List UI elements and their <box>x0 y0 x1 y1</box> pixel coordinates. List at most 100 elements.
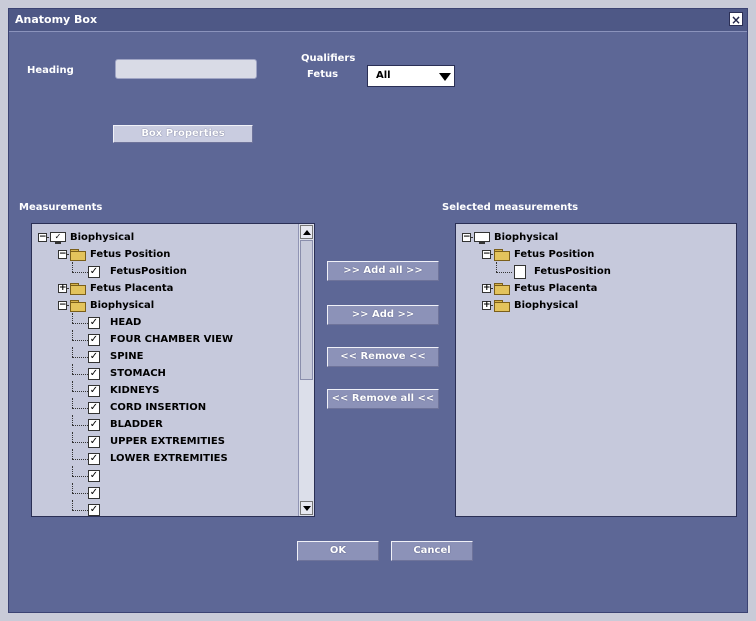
tree-connector <box>72 510 88 511</box>
tree-connector <box>72 340 88 341</box>
checkbox[interactable]: ✓ <box>88 334 100 346</box>
tree-connector <box>72 262 73 272</box>
tree-connector <box>496 272 512 273</box>
tree-item-label: STOMACH <box>110 368 166 379</box>
selected-measurements-tree[interactable]: − Biophysical − Fetus Position FetusPosition… <box>455 223 737 517</box>
collapse-icon[interactable]: − <box>462 233 471 242</box>
tree-connector <box>72 364 73 374</box>
checkbox[interactable]: ✓ <box>88 436 100 448</box>
selected-measurements-label: Selected measurements <box>442 202 579 213</box>
expand-icon[interactable]: + <box>482 301 491 310</box>
tree-connector <box>72 330 73 340</box>
fetus-select[interactable]: All <box>367 65 455 87</box>
folder-icon <box>494 249 510 261</box>
tree-item-label: Biophysical <box>514 300 579 311</box>
tree-connector <box>72 323 88 324</box>
tree-connector <box>72 500 73 510</box>
tree-connector <box>72 442 88 443</box>
expand-icon[interactable]: + <box>482 284 491 293</box>
heading-label: Heading <box>27 65 74 76</box>
checkbox[interactable]: ✓ <box>88 487 100 499</box>
tree-item-label: LOWER EXTREMITIES <box>110 453 228 464</box>
box-properties-button[interactable]: Box Properties <box>113 125 253 143</box>
scroll-thumb[interactable] <box>300 240 313 380</box>
monitor-icon: ✓ <box>50 232 66 244</box>
checkbox[interactable]: ✓ <box>88 419 100 431</box>
tree-item-label: Biophysical <box>70 232 135 243</box>
tree-item-label: FOUR CHAMBER VIEW <box>110 334 233 345</box>
tree-item-label: Fetus Position <box>514 249 595 260</box>
tree-connector <box>72 272 88 273</box>
tree-item-label: Fetus Placenta <box>90 283 174 294</box>
heading-input[interactable] <box>115 59 257 79</box>
tree-connector <box>72 483 73 493</box>
measurements-tree[interactable]: − ✓ Biophysical − Fetus Position ✓ FetusPositi… <box>31 223 315 517</box>
tree-item-label: Fetus Position <box>90 249 171 260</box>
measurements-scrollbar[interactable] <box>298 224 314 516</box>
anatomy-box-dialog: Anatomy Box × Heading Qualifiers Fetus A… <box>8 8 748 613</box>
qualifiers-label: Qualifiers <box>301 53 356 64</box>
collapse-icon[interactable]: − <box>38 233 47 242</box>
tree-connector <box>72 449 73 459</box>
tree-connector <box>72 466 73 476</box>
folder-icon <box>70 249 86 261</box>
checkbox[interactable]: ✓ <box>88 317 100 329</box>
scroll-up-icon[interactable] <box>300 225 313 239</box>
collapse-icon[interactable]: − <box>58 250 67 259</box>
tree-item-label: SPINE <box>110 351 144 362</box>
remove-button[interactable]: << Remove << <box>327 347 439 367</box>
tree-connector <box>72 313 73 323</box>
tree-connector <box>72 459 88 460</box>
add-all-button[interactable]: >> Add all >> <box>327 261 439 281</box>
scroll-down-icon[interactable] <box>300 501 313 515</box>
collapse-icon[interactable]: − <box>58 301 67 310</box>
tree-item-label: Fetus Placenta <box>514 283 598 294</box>
cancel-button[interactable]: Cancel <box>391 541 473 561</box>
fetus-label: Fetus <box>307 69 339 80</box>
tree-connector <box>72 381 73 391</box>
tree-item-label: CORD INSERTION <box>110 402 207 413</box>
tree-connector <box>72 425 88 426</box>
tree-connector <box>72 493 88 494</box>
checkbox[interactable]: ✓ <box>88 402 100 414</box>
tree-connector <box>72 374 88 375</box>
checkbox[interactable]: ✓ <box>88 266 100 278</box>
fetus-selected-value: All <box>376 70 391 81</box>
close-icon[interactable]: × <box>729 12 743 27</box>
folder-icon <box>70 300 86 312</box>
collapse-icon[interactable]: − <box>482 250 491 259</box>
tree-connector <box>72 408 88 409</box>
checkbox[interactable]: ✓ <box>88 453 100 465</box>
monitor-icon <box>474 232 490 244</box>
tree-item-label: HEAD <box>110 317 142 328</box>
tree-item-label: BLADDER <box>110 419 163 430</box>
tree-connector <box>72 476 88 477</box>
add-button[interactable]: >> Add >> <box>327 305 439 325</box>
tree-item-label: Biophysical <box>494 232 559 243</box>
folder-icon <box>70 283 86 295</box>
tree-item-label: FetusPosition <box>534 266 611 277</box>
expand-icon[interactable]: + <box>58 284 67 293</box>
tree-connector <box>72 357 88 358</box>
title-bar: Anatomy Box × <box>9 9 747 32</box>
measurements-label: Measurements <box>19 202 103 213</box>
tree-item-label: KIDNEYS <box>110 385 160 396</box>
tree-connector <box>72 415 73 425</box>
folder-icon <box>494 300 510 312</box>
checkbox[interactable]: ✓ <box>88 368 100 380</box>
tree-connector <box>72 398 73 408</box>
checkbox[interactable]: ✓ <box>88 351 100 363</box>
ok-button[interactable]: OK <box>297 541 379 561</box>
tree-item-label: Biophysical <box>90 300 155 311</box>
tree-connector <box>72 432 73 442</box>
tree-connector <box>72 391 88 392</box>
window-title: Anatomy Box <box>15 13 98 26</box>
tree-item-label: FetusPosition <box>110 266 187 277</box>
document-icon <box>514 265 526 279</box>
remove-all-button[interactable]: << Remove all << <box>327 389 439 409</box>
checkbox[interactable]: ✓ <box>88 504 100 516</box>
checkbox[interactable]: ✓ <box>88 470 100 482</box>
chevron-down-icon[interactable] <box>434 66 454 86</box>
checkbox[interactable]: ✓ <box>88 385 100 397</box>
tree-connector <box>496 262 497 272</box>
